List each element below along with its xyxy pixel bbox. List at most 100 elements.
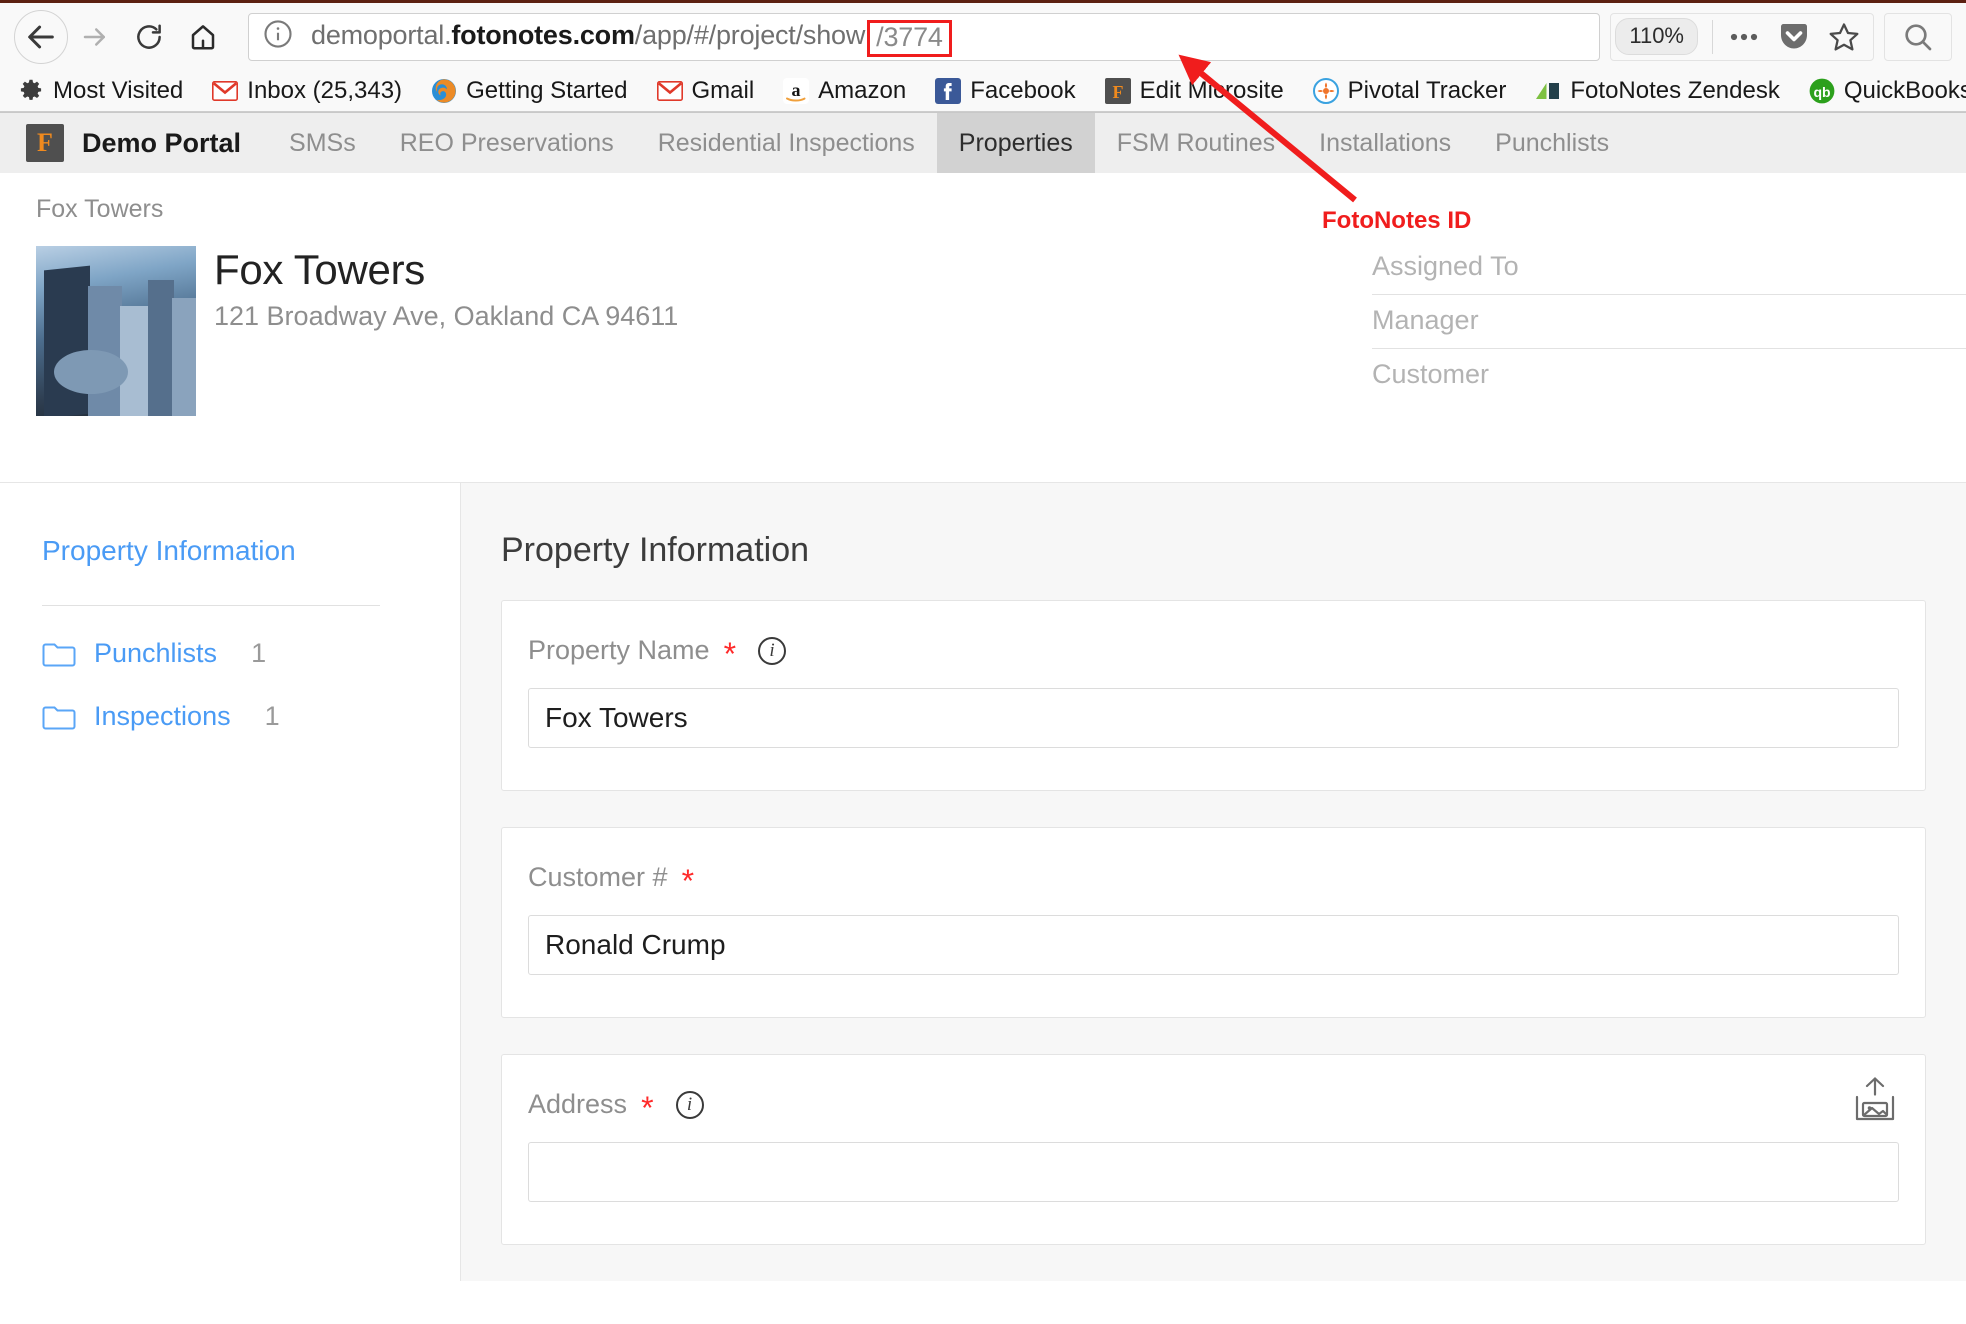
pocket-icon[interactable] [1769,15,1819,59]
back-arrow-icon[interactable] [14,9,68,64]
toolbar-divider [1712,19,1713,54]
field-label-row: Address * i [528,1089,1899,1126]
svg-text:a: a [792,80,801,100]
zendesk-icon [1535,78,1561,104]
bookmark-label: Pivotal Tracker [1347,76,1507,104]
url-bar[interactable]: demoportal. fotonotes.com/app/#/project/s… [248,12,1601,61]
meta-manager[interactable]: Manager [1372,295,1966,349]
zoom-level-badge[interactable]: 110% [1615,18,1698,55]
bookmark-label: Getting Started [466,76,628,104]
brand[interactable]: F Demo Portal [0,113,267,173]
reload-icon[interactable] [122,10,176,64]
bookmark-star-icon[interactable] [1819,15,1869,59]
breadcrumb[interactable]: Fox Towers [0,173,1966,224]
property-thumbnail[interactable] [36,246,196,416]
property-address: 121 Broadway Ave, Oakland CA 94611 [214,301,679,331]
bookmark-gmail[interactable]: Gmail [656,76,768,105]
tab-fsm-routines[interactable]: FSM Routines [1095,113,1297,173]
url-highlighted-id: /3774 [867,20,952,57]
bookmark-pivotal-tracker[interactable]: Pivotal Tracker [1312,76,1520,105]
svg-text:qb: qb [1813,84,1830,100]
sidebar-item-inspections[interactable]: Inspections 1 [42,701,460,732]
search-icon[interactable] [1893,15,1943,59]
required-asterisk: * [723,635,737,672]
bookmark-label: FotoNotes Zendesk [1570,76,1780,104]
bookmark-inbox[interactable]: Inbox (25,343) [212,77,415,105]
tab-properties[interactable]: Properties [936,113,1095,173]
bookmark-quickbooks[interactable]: qb QuickBooks [1809,77,1966,105]
bookmark-label: Most Visited [53,76,184,104]
sidebar-item-count: 1 [251,638,267,668]
app-title: Demo Portal [82,127,242,158]
annotation-label: FotoNotes ID [1322,207,1472,234]
firefox-icon [431,78,457,104]
tab-installations[interactable]: Installations [1297,113,1473,173]
sidebar-item-label: Punchlists [94,638,218,668]
sidebar-item-label: Inspections [94,701,231,731]
tab-punchlists[interactable]: Punchlists [1473,113,1631,173]
field-label-text: Address [528,1089,628,1119]
bookmark-label: QuickBooks [1843,76,1966,104]
field-card-address: Address * i [501,1054,1926,1245]
field-label-text: Customer # [528,862,668,892]
amazon-icon: a [783,77,810,104]
field-card-property-name: Property Name * i Fox Towers [501,600,1926,791]
required-asterisk: * [681,862,695,899]
meta-customer[interactable]: Customer [1372,349,1966,402]
meta-assigned-to[interactable]: Assigned To [1372,241,1966,295]
bookmark-getting-started[interactable]: Getting Started [431,77,640,105]
browser-chrome: demoportal. fotonotes.com/app/#/project/s… [0,0,1966,113]
tab-reo-preservations[interactable]: REO Preservations [378,113,636,173]
quickbooks-icon: qb [1809,78,1835,104]
fotonotes-icon: F [1104,77,1131,104]
info-icon[interactable]: i [758,636,787,665]
browser-toolbar: demoportal. fotonotes.com/app/#/project/s… [0,0,1966,70]
section-title: Property Information [501,531,810,569]
property-name-input[interactable]: Fox Towers [528,688,1899,748]
header-divider [0,482,1966,483]
sidebar-divider [42,605,380,606]
bookmark-most-visited[interactable]: Most Visited [18,77,196,105]
address-input[interactable] [528,1142,1899,1202]
main-panel: Property Information Property Name * i F… [460,483,1966,1281]
sidebar-item-count: 1 [264,701,280,731]
info-icon[interactable]: i [675,1090,704,1119]
image-upload-icon[interactable] [1851,1077,1899,1128]
tab-residential-inspections[interactable]: Residential Inspections [636,113,937,173]
folder-icon [42,703,76,730]
field-label-row: Property Name * i [528,635,1899,672]
gear-icon [18,78,44,104]
sidebar: Property Information Punchlists 1 Inspec… [0,483,460,1281]
svg-text:F: F [1112,82,1123,102]
bookmark-fotonotes-zendesk[interactable]: FotoNotes Zendesk [1535,77,1792,105]
page-content: Property Information Punchlists 1 Inspec… [0,483,1966,1281]
required-asterisk: * [641,1089,654,1126]
field-label-row: Customer # * [528,862,1899,899]
info-icon[interactable] [263,19,293,54]
pivotal-icon [1312,77,1339,104]
property-hero-text: Fox Towers 121 Broadway Ave, Oakland CA … [196,246,678,416]
bookmark-amazon[interactable]: a Amazon [783,77,919,105]
field-card-customer-number: Customer # * Ronald Crump [501,827,1926,1018]
sidebar-item-property-information[interactable]: Property Information [42,535,460,567]
fotonotes-logo-icon: F [26,124,64,162]
bookmark-facebook[interactable]: Facebook [935,77,1088,105]
url-path: /app/#/project/show [634,20,866,50]
customer-number-input[interactable]: Ronald Crump [528,915,1899,975]
field-label-text: Property Name [528,635,710,665]
home-icon[interactable] [176,10,230,64]
url-subdomain: demoportal. [311,20,452,50]
browser-search-group[interactable] [1884,12,1952,61]
gmail-icon [212,78,239,104]
bookmark-label: Edit Microsite [1139,76,1284,104]
folder-icon [42,640,76,667]
page-title: Fox Towers [214,246,425,293]
more-menu-icon[interactable] [1719,15,1769,59]
sidebar-item-punchlists[interactable]: Punchlists 1 [42,638,460,669]
bookmark-edit-microsite[interactable]: F Edit Microsite [1104,76,1297,105]
bookmark-label: Gmail [691,76,755,104]
url-id-value: 3774 [883,22,943,52]
forward-arrow-icon[interactable] [68,10,122,64]
tab-smss[interactable]: SMSs [267,113,378,173]
property-meta-panel: Assigned To Manager Customer [1366,241,1966,402]
